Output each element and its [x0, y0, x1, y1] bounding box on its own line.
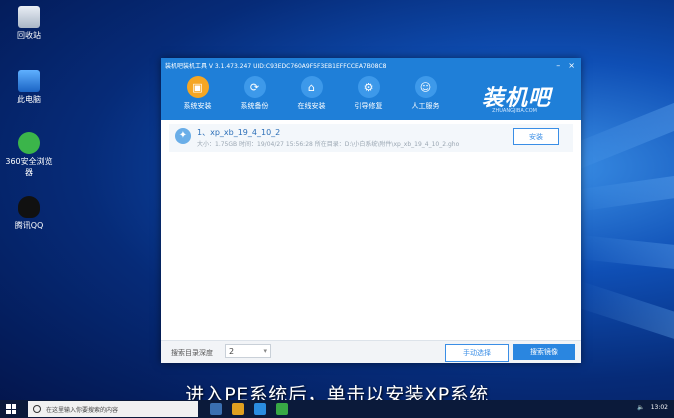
- support-icon: ☺: [414, 76, 437, 98]
- taskbar-search-placeholder: 在这里输入你要搜索的内容: [46, 406, 119, 414]
- bottom-bar: 搜索目录深度 2 ▾ 手动选择 搜索镜像: [161, 340, 581, 363]
- desktop-icon-label: 腾讯QQ: [14, 221, 44, 230]
- file-explorer-icon[interactable]: [232, 403, 244, 415]
- zhuangjiba-window: 装机吧装机工具 V 3.1.473.247 UID:C93EDC760A9F5F…: [161, 58, 581, 363]
- qq-penguin-icon: [18, 196, 40, 218]
- desktop-icon-this-pc[interactable]: 此电脑: [4, 70, 54, 105]
- window-titlebar[interactable]: 装机吧装机工具 V 3.1.473.247 UID:C93EDC760A9F5F…: [161, 58, 581, 72]
- main-toolbar: ▣ 系统安装 ⟳ 系统备份 ⌂ 在线安装 ⚙ 引导修复 ☺ 人工服务 装机吧 Z…: [161, 72, 581, 120]
- app-taskbar-icon[interactable]: [276, 403, 288, 415]
- tab-system-backup[interactable]: ⟳ 系统备份: [226, 72, 283, 111]
- wallpaper-ray: [573, 173, 674, 212]
- boot-repair-icon: ⚙: [357, 76, 380, 98]
- desktop-icon-label: 此电脑: [17, 95, 41, 104]
- search-image-button[interactable]: 搜索镜像: [513, 344, 575, 360]
- close-button[interactable]: ×: [568, 61, 575, 70]
- recycle-bin-icon: [18, 6, 40, 28]
- system-backup-icon: ⟳: [243, 76, 266, 98]
- wallpaper-ray: [570, 280, 674, 343]
- chevron-down-icon: ▾: [263, 347, 267, 355]
- desktop-icon-qq[interactable]: 腾讯QQ: [4, 196, 54, 231]
- desktop-icon-label: 360安全浏览器: [5, 157, 53, 177]
- list-item-meta: 大小：1.75GB 时间：19/04/27 15:56:28 所在目录：D:\小…: [197, 141, 460, 148]
- tab-label: 在线安装: [297, 102, 326, 110]
- install-button[interactable]: 安装: [513, 128, 559, 145]
- online-install-icon: ⌂: [300, 76, 323, 98]
- tab-system-install[interactable]: ▣ 系统安装: [169, 72, 226, 111]
- list-item[interactable]: ✦ 1、xp_xb_19_4_10_2 大小：1.75GB 时间：19/04/2…: [169, 124, 573, 152]
- task-view-icon[interactable]: [210, 403, 222, 415]
- manual-select-button[interactable]: 手动选择: [445, 344, 509, 362]
- list-item-title: 1、xp_xb_19_4_10_2: [197, 128, 281, 137]
- taskbar: 在这里输入你要搜索的内容 🔈 13:02: [0, 400, 674, 418]
- windows-start-icon[interactable]: [6, 404, 16, 414]
- browser-icon: [18, 132, 40, 154]
- brand-subtext: ZHUANGJIBA.COM: [492, 108, 537, 114]
- wallpaper-ray: [578, 235, 674, 271]
- taskbar-search-box[interactable]: 在这里输入你要搜索的内容: [28, 401, 198, 417]
- tab-label: 系统备份: [240, 102, 269, 110]
- window-title: 装机吧装机工具 V 3.1.473.247 UID:C93EDC760A9F5F…: [165, 62, 387, 70]
- search-depth-label: 搜索目录深度: [171, 349, 213, 357]
- clock[interactable]: 13:02: [651, 404, 668, 411]
- desktop-icon-360-browser[interactable]: 360安全浏览器: [4, 132, 54, 178]
- tab-online-install[interactable]: ⌂ 在线安装: [283, 72, 340, 111]
- speaker-icon[interactable]: 🔈: [637, 404, 644, 411]
- cortana-icon: [33, 405, 41, 413]
- desktop-icon-label: 回收站: [17, 31, 41, 40]
- tab-label: 人工服务: [411, 102, 440, 110]
- system-tray: 🔈 13:02: [637, 404, 668, 411]
- search-depth-select[interactable]: 2 ▾: [225, 344, 271, 358]
- browser-taskbar-icon[interactable]: [254, 403, 266, 415]
- image-file-icon: ✦: [175, 128, 191, 144]
- minimize-button[interactable]: –: [556, 61, 560, 70]
- computer-icon: [18, 70, 40, 92]
- tab-boot-repair[interactable]: ⚙ 引导修复: [340, 72, 397, 111]
- desktop-icon-recycle-bin[interactable]: 回收站: [4, 6, 54, 41]
- search-depth-value: 2: [229, 347, 235, 356]
- tab-label: 系统安装: [183, 102, 212, 110]
- system-install-icon: ▣: [186, 76, 209, 98]
- tab-support[interactable]: ☺ 人工服务: [397, 72, 454, 111]
- tab-label: 引导修复: [354, 102, 383, 110]
